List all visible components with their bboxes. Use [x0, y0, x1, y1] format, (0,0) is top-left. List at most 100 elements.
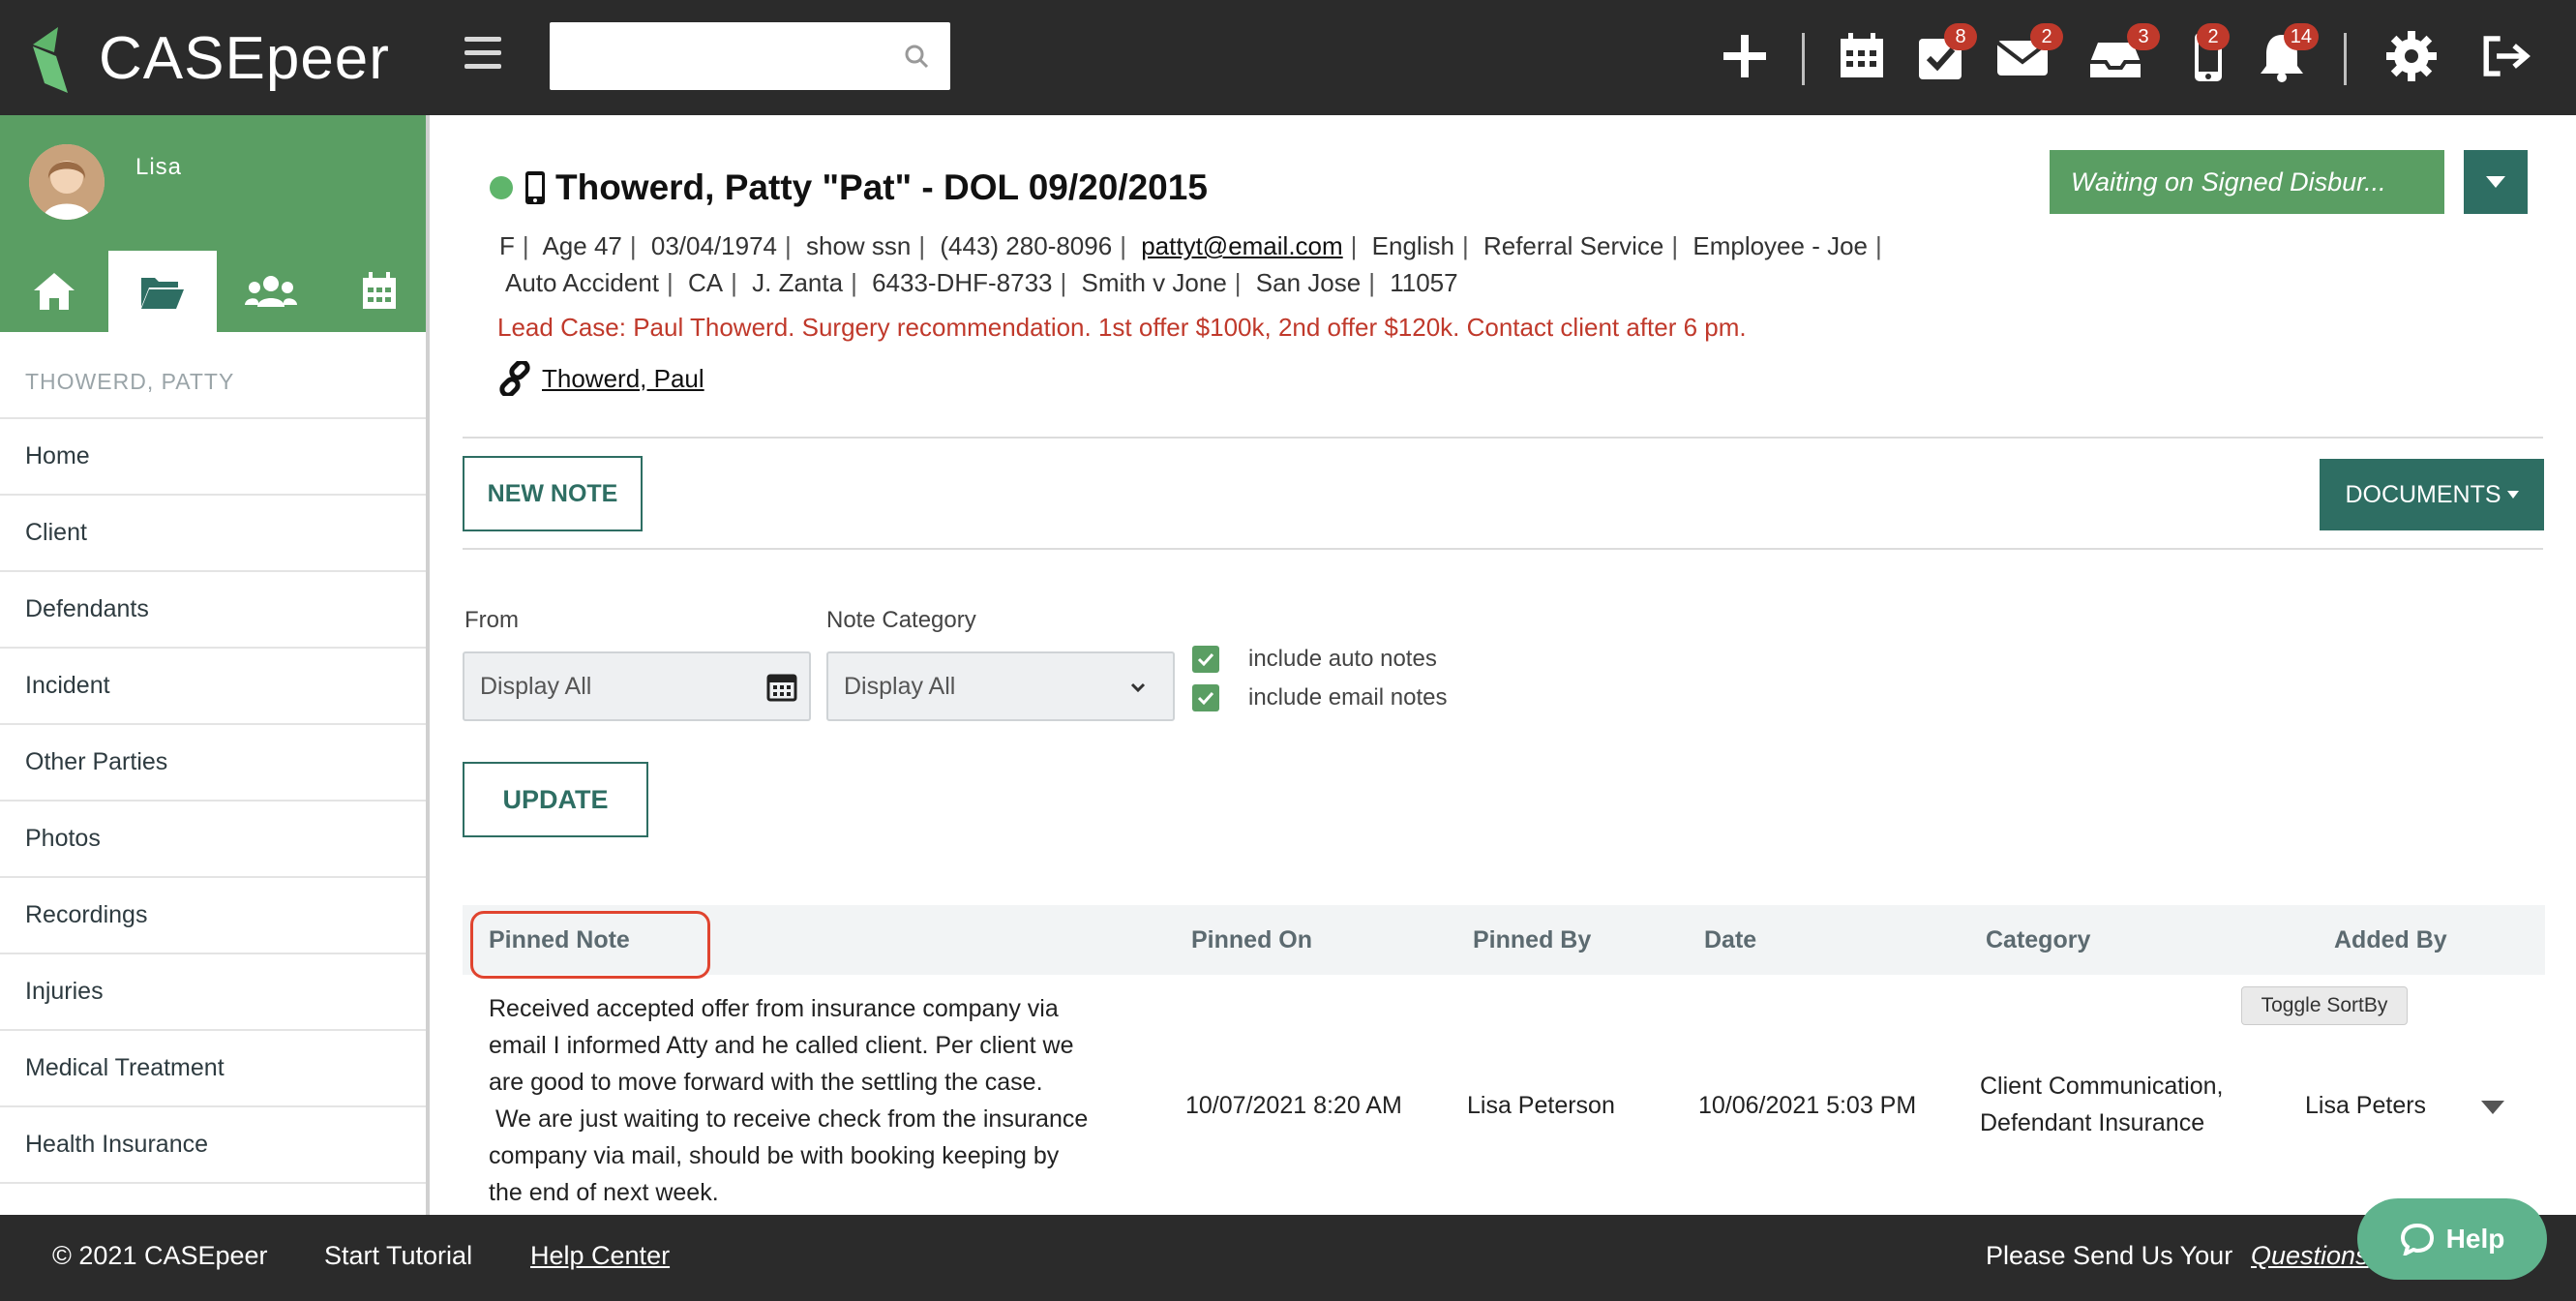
brand-name: CASEpeer	[99, 24, 390, 92]
nav-home[interactable]	[0, 251, 108, 332]
linked-case: Thowerd, Paul	[497, 361, 704, 396]
status-dropdown-toggle[interactable]	[2464, 150, 2528, 214]
notifications-badge: 14	[2283, 23, 2319, 50]
sidebar-item-defendants[interactable]: Defendants	[0, 570, 426, 647]
include-auto-notes-row: include auto notes	[1192, 646, 1437, 673]
case-status-button[interactable]: Waiting on Signed Disbur...	[2050, 150, 2444, 214]
logout-icon[interactable]	[2479, 29, 2539, 83]
include-auto-notes-checkbox[interactable]	[1192, 646, 1219, 673]
client-employee: Employee - Joe	[1692, 231, 1869, 260]
sidebar-item-photos[interactable]: Photos	[0, 800, 426, 876]
add-icon[interactable]	[1718, 29, 1772, 83]
user-panel: Lisa	[0, 115, 426, 332]
search-input[interactable]	[550, 22, 879, 90]
sidebar-item-client[interactable]: Client	[0, 494, 426, 570]
tasks-icon[interactable]: 8	[1913, 23, 1977, 83]
show-ssn-link[interactable]: show ssn	[806, 231, 911, 260]
note-text-line: the end of next week.	[489, 1179, 719, 1206]
mobile-phone-icon	[525, 171, 545, 204]
category-line: Defendant Insurance	[1980, 1109, 2205, 1136]
search-icon[interactable]	[904, 44, 929, 69]
lead-case-note: Lead Case: Paul Thowerd. Surgery recomme…	[497, 313, 1747, 342]
sidebar-item-incident[interactable]: Incident	[0, 647, 426, 723]
cell-date: 10/06/2021 5:03 PM	[1698, 1092, 1917, 1119]
case-info-line: Auto Accident | CA | J. Zanta | 6433-DHF-87…	[505, 268, 1458, 297]
mail-icon[interactable]: 2	[1995, 23, 2063, 83]
caret-down-icon	[2486, 176, 2505, 188]
note-category-select[interactable]: Display All	[826, 651, 1175, 721]
case-city: San Jose	[1255, 268, 1362, 297]
nav-contacts[interactable]	[217, 251, 325, 332]
sort-tooltip: Toggle SortBy	[2241, 986, 2408, 1025]
logo[interactable]: CASEpeer	[29, 17, 390, 99]
col-category[interactable]: Category	[1986, 905, 2090, 975]
user-name: Lisa	[135, 154, 183, 180]
row-menu-caret-icon[interactable]	[2481, 1101, 2504, 1114]
phone-badge: 2	[2197, 23, 2230, 50]
include-email-notes-checkbox[interactable]	[1192, 684, 1219, 711]
nav-cases[interactable]	[108, 251, 217, 332]
footer: © 2021 CASEpeer Start Tutorial Help Cent…	[0, 1215, 2576, 1301]
avatar[interactable]	[29, 144, 105, 220]
from-date-field[interactable]: Display All	[463, 651, 811, 721]
include-email-notes-label: include email notes	[1248, 684, 1448, 711]
case-title-row: Thowerd, Patty "Pat" - DOL 09/20/2015	[490, 167, 1208, 208]
copyright: © 2021 CASEpeer	[52, 1241, 268, 1270]
mail-badge: 2	[2030, 23, 2063, 50]
client-email-link[interactable]: pattyt@email.com	[1141, 231, 1342, 260]
help-center-link[interactable]: Help Center	[530, 1241, 670, 1271]
update-button[interactable]: UPDATE	[463, 762, 648, 837]
table-row-note[interactable]: Received accepted offer from insurance c…	[489, 990, 1166, 1211]
note-category-value: Display All	[844, 672, 956, 700]
questions-link[interactable]: Questions	[2251, 1241, 2369, 1271]
sidebar-item-health-insurance[interactable]: Health Insurance	[0, 1105, 426, 1182]
inbox-icon[interactable]: 3	[2088, 23, 2160, 83]
sidebar-item-partial	[0, 1182, 426, 1215]
note-text-line: company via mail, should be with booking…	[489, 1142, 1060, 1169]
notes-table-header: Pinned Note Pinned On Pinned By Date Cat…	[463, 905, 2545, 975]
help-button-label: Help	[2445, 1224, 2505, 1254]
help-chat-button[interactable]: Help	[2357, 1198, 2547, 1280]
note-text-line: Received accepted offer from insurance c…	[489, 995, 1059, 1022]
case-caption: Smith v Jone	[1081, 268, 1227, 297]
nav-calendar[interactable]	[325, 251, 426, 332]
case-nav-list: Home Client Defendants Incident Other Pa…	[0, 417, 426, 1215]
from-date-value: Display All	[480, 672, 592, 700]
include-email-notes-row: include email notes	[1192, 684, 1447, 711]
col-date[interactable]: Date	[1704, 905, 1756, 975]
col-pinned-on[interactable]: Pinned On	[1191, 905, 1312, 975]
start-tutorial-link[interactable]: Start Tutorial	[324, 1241, 472, 1271]
col-added-by[interactable]: Added By	[2334, 905, 2447, 975]
tasks-badge: 8	[1944, 23, 1977, 50]
sidebar-item-recordings[interactable]: Recordings	[0, 876, 426, 953]
sidebar-item-medical-treatment[interactable]: Medical Treatment	[0, 1029, 426, 1105]
gear-icon[interactable]	[2384, 29, 2439, 83]
note-text-line: email I informed Atty and he called clie…	[489, 1032, 1074, 1059]
client-info-line: F | Age 47 | 03/04/1974 | show ssn | (443) 2…	[499, 231, 1882, 260]
home-icon	[34, 273, 75, 310]
global-search[interactable]	[550, 22, 950, 90]
menu-icon[interactable]	[464, 37, 501, 72]
case-header: THOWERD, PATTY	[25, 369, 235, 394]
calendar-icon[interactable]	[1835, 29, 1889, 83]
sidebar-item-home[interactable]: Home	[0, 417, 426, 494]
calendar-icon[interactable]	[766, 671, 797, 702]
client-referral: Referral Service	[1483, 231, 1664, 260]
phone-icon[interactable]: 2	[2181, 23, 2230, 83]
client-phone[interactable]: (443) 280-8096	[940, 231, 1112, 260]
linked-case-link[interactable]: Thowerd, Paul	[542, 364, 704, 394]
client-dob: 03/04/1974	[650, 231, 777, 260]
sidebar-item-other-parties[interactable]: Other Parties	[0, 723, 426, 800]
sidebar-item-injuries[interactable]: Injuries	[0, 953, 426, 1029]
col-pinned-by[interactable]: Pinned By	[1473, 905, 1591, 975]
client-age: Age 47	[542, 231, 622, 260]
new-note-button[interactable]: NEW NOTE	[463, 456, 643, 531]
documents-dropdown-button[interactable]: DOCUMENTS	[2320, 459, 2544, 530]
note-text-line: We are just waiting to receive check fro…	[489, 1105, 1089, 1133]
check-icon	[1197, 652, 1214, 666]
bell-icon[interactable]: 14	[2255, 23, 2319, 83]
note-category-label: Note Category	[826, 607, 976, 633]
cell-added-by: Lisa Peters	[2305, 1092, 2427, 1119]
case-title: Thowerd, Patty "Pat" - DOL 09/20/2015	[555, 167, 1208, 207]
divider	[463, 437, 2543, 439]
